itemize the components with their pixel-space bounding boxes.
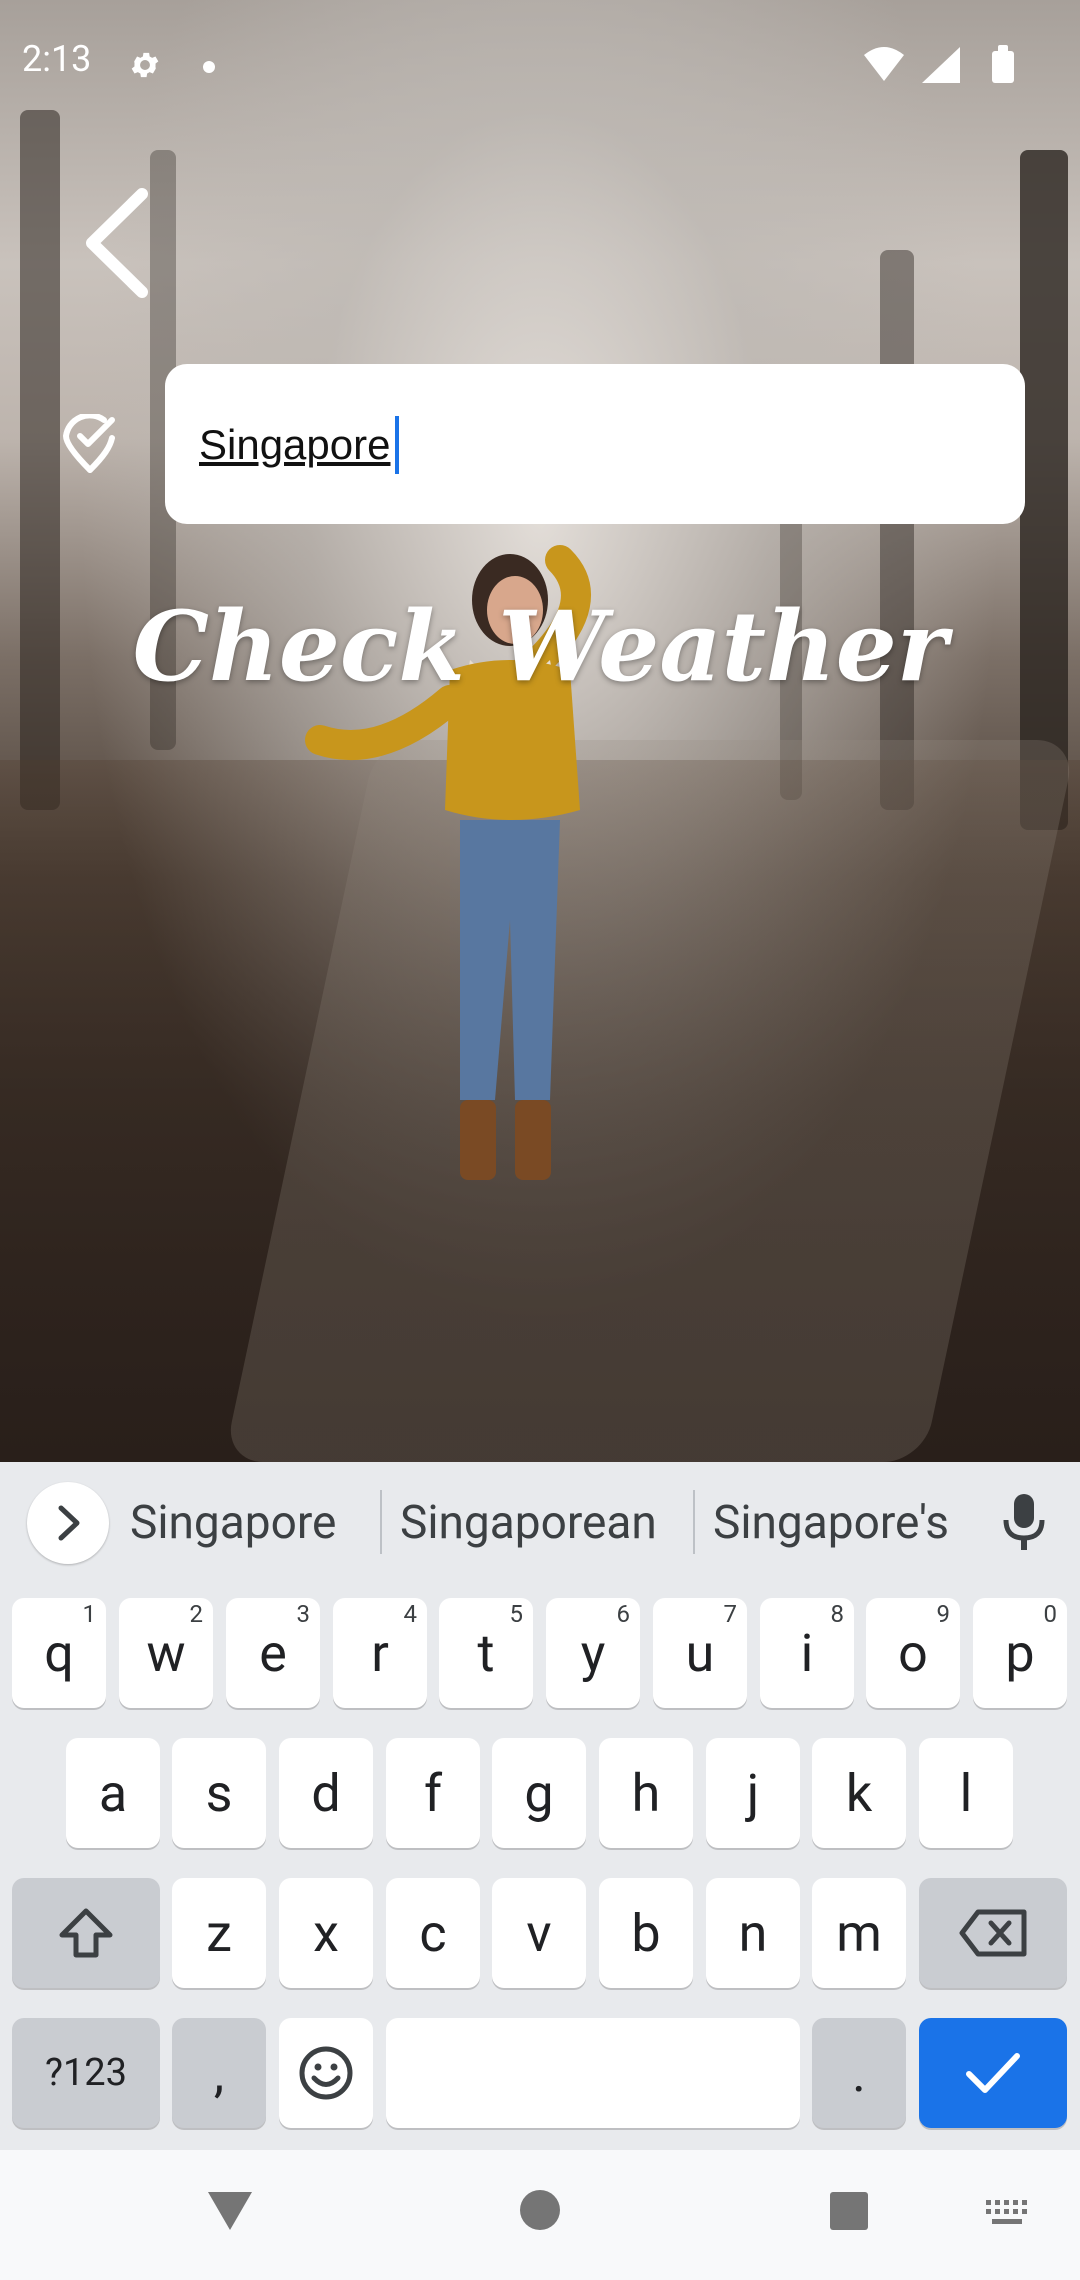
period-key[interactable]: . xyxy=(812,2018,906,2128)
key-v[interactable]: v xyxy=(492,1878,586,1988)
backspace-icon xyxy=(959,1909,1027,1957)
suggestion-strip: Singapore Singaporean Singapore's xyxy=(0,1462,1080,1582)
key-e[interactable]: e3 xyxy=(226,1598,320,1708)
wifi-icon xyxy=(864,47,904,81)
chevron-right-icon xyxy=(58,1505,80,1541)
recents-square-icon[interactable] xyxy=(828,2190,870,2232)
key-g[interactable]: g xyxy=(492,1738,586,1848)
key-r[interactable]: r4 xyxy=(333,1598,427,1708)
key-hint: 7 xyxy=(723,1600,738,1628)
mic-icon[interactable] xyxy=(1000,1492,1048,1552)
key-w[interactable]: w2 xyxy=(119,1598,213,1708)
key-z[interactable]: z xyxy=(172,1878,266,1988)
home-circle-icon[interactable] xyxy=(518,2188,562,2232)
key-c[interactable]: c xyxy=(386,1878,480,1988)
suggestion-3[interactable]: Singapore's xyxy=(713,1496,949,1550)
location-check-icon[interactable] xyxy=(60,414,120,474)
key-q[interactable]: q1 xyxy=(12,1598,106,1708)
status-icons xyxy=(862,45,1062,89)
key-hint: 8 xyxy=(830,1600,845,1628)
key-label: t xyxy=(477,1622,495,1684)
key-label: e xyxy=(259,1622,287,1684)
key-hint: 0 xyxy=(1043,1600,1058,1628)
backspace-key[interactable] xyxy=(919,1878,1067,1988)
key-f[interactable]: f xyxy=(386,1738,480,1848)
key-label: r xyxy=(371,1622,389,1684)
key-hint: 6 xyxy=(616,1600,631,1628)
notification-dot-icon xyxy=(203,61,215,73)
key-hint: 4 xyxy=(403,1600,418,1628)
key-h[interactable]: h xyxy=(599,1738,693,1848)
key-i[interactable]: i8 xyxy=(760,1598,854,1708)
key-hint: 3 xyxy=(296,1600,311,1628)
key-label: p xyxy=(1005,1622,1035,1684)
status-time: 2:13 xyxy=(22,38,92,80)
status-bar: 2:13 xyxy=(0,0,1080,130)
key-k[interactable]: k xyxy=(812,1738,906,1848)
key-y[interactable]: y6 xyxy=(546,1598,640,1708)
suggestion-2[interactable]: Singaporean xyxy=(400,1496,657,1550)
space-key[interactable] xyxy=(386,2018,800,2128)
key-n[interactable]: n xyxy=(706,1878,800,1988)
key-o[interactable]: o9 xyxy=(866,1598,960,1708)
key-m[interactable]: m xyxy=(812,1878,906,1988)
key-hint: 5 xyxy=(509,1600,524,1628)
key-x[interactable]: x xyxy=(279,1878,373,1988)
key-u[interactable]: u7 xyxy=(653,1598,747,1708)
comma-key[interactable]: , xyxy=(172,2018,266,2128)
key-j[interactable]: j xyxy=(706,1738,800,1848)
key-hint: 9 xyxy=(936,1600,951,1628)
key-b[interactable]: b xyxy=(599,1878,693,1988)
back-triangle-icon[interactable] xyxy=(206,2188,254,2234)
key-label: q xyxy=(44,1622,74,1684)
text-caret xyxy=(395,416,399,474)
suggestion-expand-button[interactable] xyxy=(27,1482,109,1564)
key-s[interactable]: s xyxy=(172,1738,266,1848)
shift-key[interactable] xyxy=(12,1878,160,1988)
done-key[interactable] xyxy=(919,2018,1067,2128)
soft-keyboard: Singapore Singaporean Singapore's q1 w2 … xyxy=(0,1462,1080,2150)
page-title: Check Weather xyxy=(132,590,948,703)
key-label: o xyxy=(898,1622,928,1684)
system-nav-bar xyxy=(0,2150,1080,2280)
shift-icon xyxy=(59,1908,113,1958)
key-hint: 2 xyxy=(189,1600,204,1628)
background-photo xyxy=(0,0,1080,1462)
check-icon xyxy=(966,2053,1020,2093)
key-l[interactable]: l xyxy=(919,1738,1013,1848)
gear-icon xyxy=(131,52,159,78)
symbols-key[interactable]: ?123 xyxy=(12,2018,160,2128)
suggestion-divider xyxy=(380,1490,382,1554)
key-t[interactable]: t5 xyxy=(439,1598,533,1708)
battery-icon xyxy=(992,45,1014,83)
city-input[interactable] xyxy=(197,409,981,481)
keyboard-icon[interactable] xyxy=(984,2198,1032,2228)
emoji-icon xyxy=(299,2046,353,2100)
key-label: w xyxy=(146,1622,186,1684)
key-p[interactable]: p0 xyxy=(973,1598,1067,1708)
city-search-box[interactable] xyxy=(165,364,1025,524)
key-label: i xyxy=(800,1622,814,1684)
signal-icon xyxy=(922,47,960,83)
app-screen: 2:13 Singapore Check Weather Singapore S… xyxy=(0,0,1080,2280)
key-label: y xyxy=(580,1622,606,1684)
key-hint: 1 xyxy=(82,1600,97,1628)
key-d[interactable]: d xyxy=(279,1738,373,1848)
key-a[interactable]: a xyxy=(66,1738,160,1848)
suggestion-1[interactable]: Singapore xyxy=(130,1496,336,1550)
suggestion-divider xyxy=(693,1490,695,1554)
emoji-key[interactable] xyxy=(279,2018,373,2128)
key-label: u xyxy=(685,1622,715,1684)
back-chevron-icon[interactable] xyxy=(82,188,154,298)
